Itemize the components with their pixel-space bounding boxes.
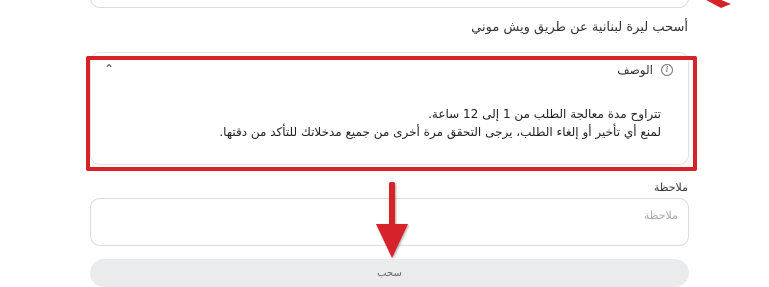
chevron-up-icon[interactable]: ⌃ [104,62,114,76]
previous-input-field[interactable] [90,0,689,8]
note-label: ملاحظة [653,181,688,194]
description-title: الوصف [617,63,653,77]
withdraw-form: أسحب ليرة لبنانية عن طريق ويش موني i الو… [0,0,769,287]
description-line: تتراوح مدة معالجة الطلب من 1 إلى 12 ساعة… [428,107,661,121]
description-text: تتراوح مدة معالجة الطلب من 1 إلى 12 ساعة… [219,105,661,141]
info-icon: i [661,64,673,76]
annotation-arrow-icon [376,182,408,258]
description-line: لمنع أي تأخير أو إلغاء الطلب، يرجى التحق… [219,125,661,139]
withdraw-button[interactable]: سحب [90,259,689,287]
section-caption: أسحب ليرة لبنانية عن طريق ويش موني [471,20,688,35]
description-header[interactable]: i الوصف [617,63,673,77]
annotation-arrow-icon [706,0,731,8]
